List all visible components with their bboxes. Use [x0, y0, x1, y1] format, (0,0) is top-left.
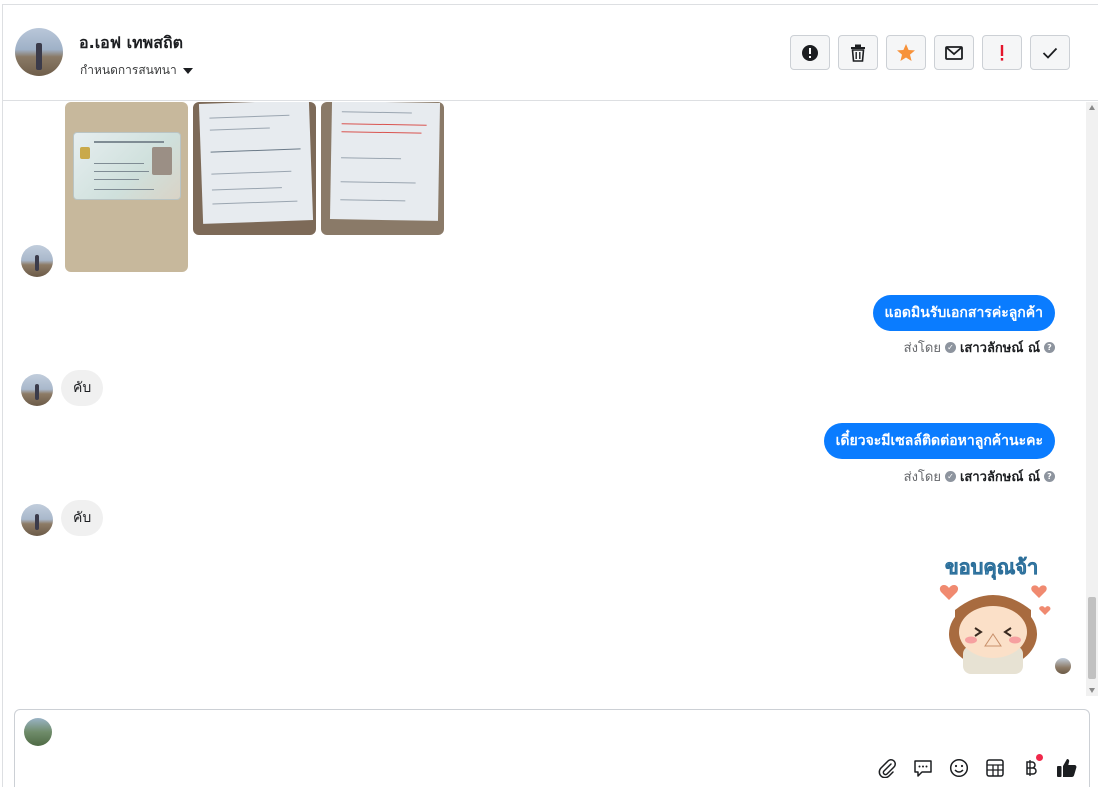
envelope-icon [945, 45, 963, 60]
message-thread[interactable]: แอดมินรับเอกสารค่ะลูกค้า ส่งโดย ✓ เสาวลั… [3, 102, 1086, 696]
like-button[interactable] [1055, 756, 1079, 780]
star-icon [897, 43, 915, 61]
attachment-image-document-2[interactable] [321, 102, 444, 235]
avatar[interactable] [15, 28, 63, 76]
attachment-image-id-card[interactable] [65, 102, 188, 272]
verified-icon: ✓ [944, 342, 956, 353]
table-button[interactable] [983, 756, 1007, 780]
outgoing-message[interactable]: แอดมินรับเอกสารค่ะลูกค้า [872, 295, 1055, 331]
payment-button[interactable] [1019, 754, 1043, 780]
paperclip-icon [878, 759, 896, 778]
sender-name[interactable]: เสาวลักษณ์ ณ์ [960, 466, 1040, 487]
chat-scrollbar[interactable] [1086, 102, 1098, 696]
table-icon [986, 759, 1004, 777]
sent-by-info: ส่งโดย ✓ เสาวลักษณ์ ณ์ ? [904, 466, 1055, 487]
mark-spam-button[interactable] [790, 35, 830, 70]
page-avatar [24, 718, 52, 746]
star-button[interactable] [886, 35, 926, 70]
sent-by-info: ส่งโดย ✓ เสาวลักษณ์ ณ์ ? [904, 337, 1055, 358]
customer-avatar[interactable] [21, 245, 53, 277]
sticker-message[interactable]: ขอบคุณจ้า [935, 550, 1053, 674]
speech-bubble-icon [914, 760, 932, 777]
schedule-label: กำหนดการสนทนา [80, 63, 177, 77]
sender-name[interactable]: เสาวลักษณ์ ณ์ [960, 337, 1040, 358]
sent-by-label: ส่งโดย [903, 341, 941, 356]
baht-icon [1026, 760, 1037, 776]
mark-unread-button[interactable] [934, 35, 974, 70]
check-icon [1042, 47, 1058, 59]
document-paper-image [198, 102, 314, 224]
attach-file-button[interactable] [875, 756, 899, 780]
incoming-message[interactable]: คับ [61, 370, 104, 406]
sticker-text: ขอบคุณจ้า [945, 555, 1038, 580]
thank-you-sticker-image: ขอบคุณจ้า [939, 555, 1051, 674]
header-actions [790, 35, 1070, 70]
trash-icon [851, 44, 865, 62]
sent-by-label: ส่งโดย [903, 470, 941, 485]
verified-icon: ✓ [944, 471, 956, 482]
conversation-schedule-dropdown[interactable]: กำหนดการสนทนา [80, 61, 193, 80]
emoji-button[interactable] [947, 756, 971, 780]
incoming-message[interactable]: คับ [61, 500, 104, 536]
alert-circle-icon [802, 44, 818, 61]
id-card-image [73, 132, 181, 200]
conversation-header: อ.เอฟ เทพสถิต กำหนดการสนทนา [3, 5, 1098, 101]
message-input[interactable] [61, 720, 1061, 746]
outgoing-message[interactable]: เดี๋ยวจะมีเซลล์ติดต่อหาลูกค้านะคะ [823, 423, 1055, 459]
smiley-icon [949, 758, 969, 778]
notification-dot [1036, 754, 1043, 761]
seen-avatar [1055, 658, 1071, 674]
scroll-thumb[interactable] [1088, 597, 1096, 679]
mark-important-button[interactable] [982, 35, 1022, 70]
customer-avatar[interactable] [21, 504, 53, 536]
exclamation-icon [1000, 44, 1004, 61]
composer-tools [875, 754, 1079, 780]
thumbs-up-icon [1057, 759, 1077, 777]
mark-done-button[interactable] [1030, 35, 1070, 70]
scroll-down-icon[interactable] [1089, 688, 1095, 693]
help-icon[interactable]: ? [1044, 342, 1055, 353]
document-paper-image [329, 102, 441, 221]
customer-avatar[interactable] [21, 374, 53, 406]
attachment-image-document-1[interactable] [193, 102, 316, 235]
help-icon[interactable]: ? [1044, 471, 1055, 482]
message-composer [14, 709, 1090, 787]
saved-replies-button[interactable] [911, 756, 935, 780]
scroll-up-icon[interactable] [1089, 105, 1095, 110]
contact-name[interactable]: อ.เอฟ เทพสถิต [79, 31, 183, 56]
caret-down-icon [182, 67, 193, 74]
delete-button[interactable] [838, 35, 878, 70]
